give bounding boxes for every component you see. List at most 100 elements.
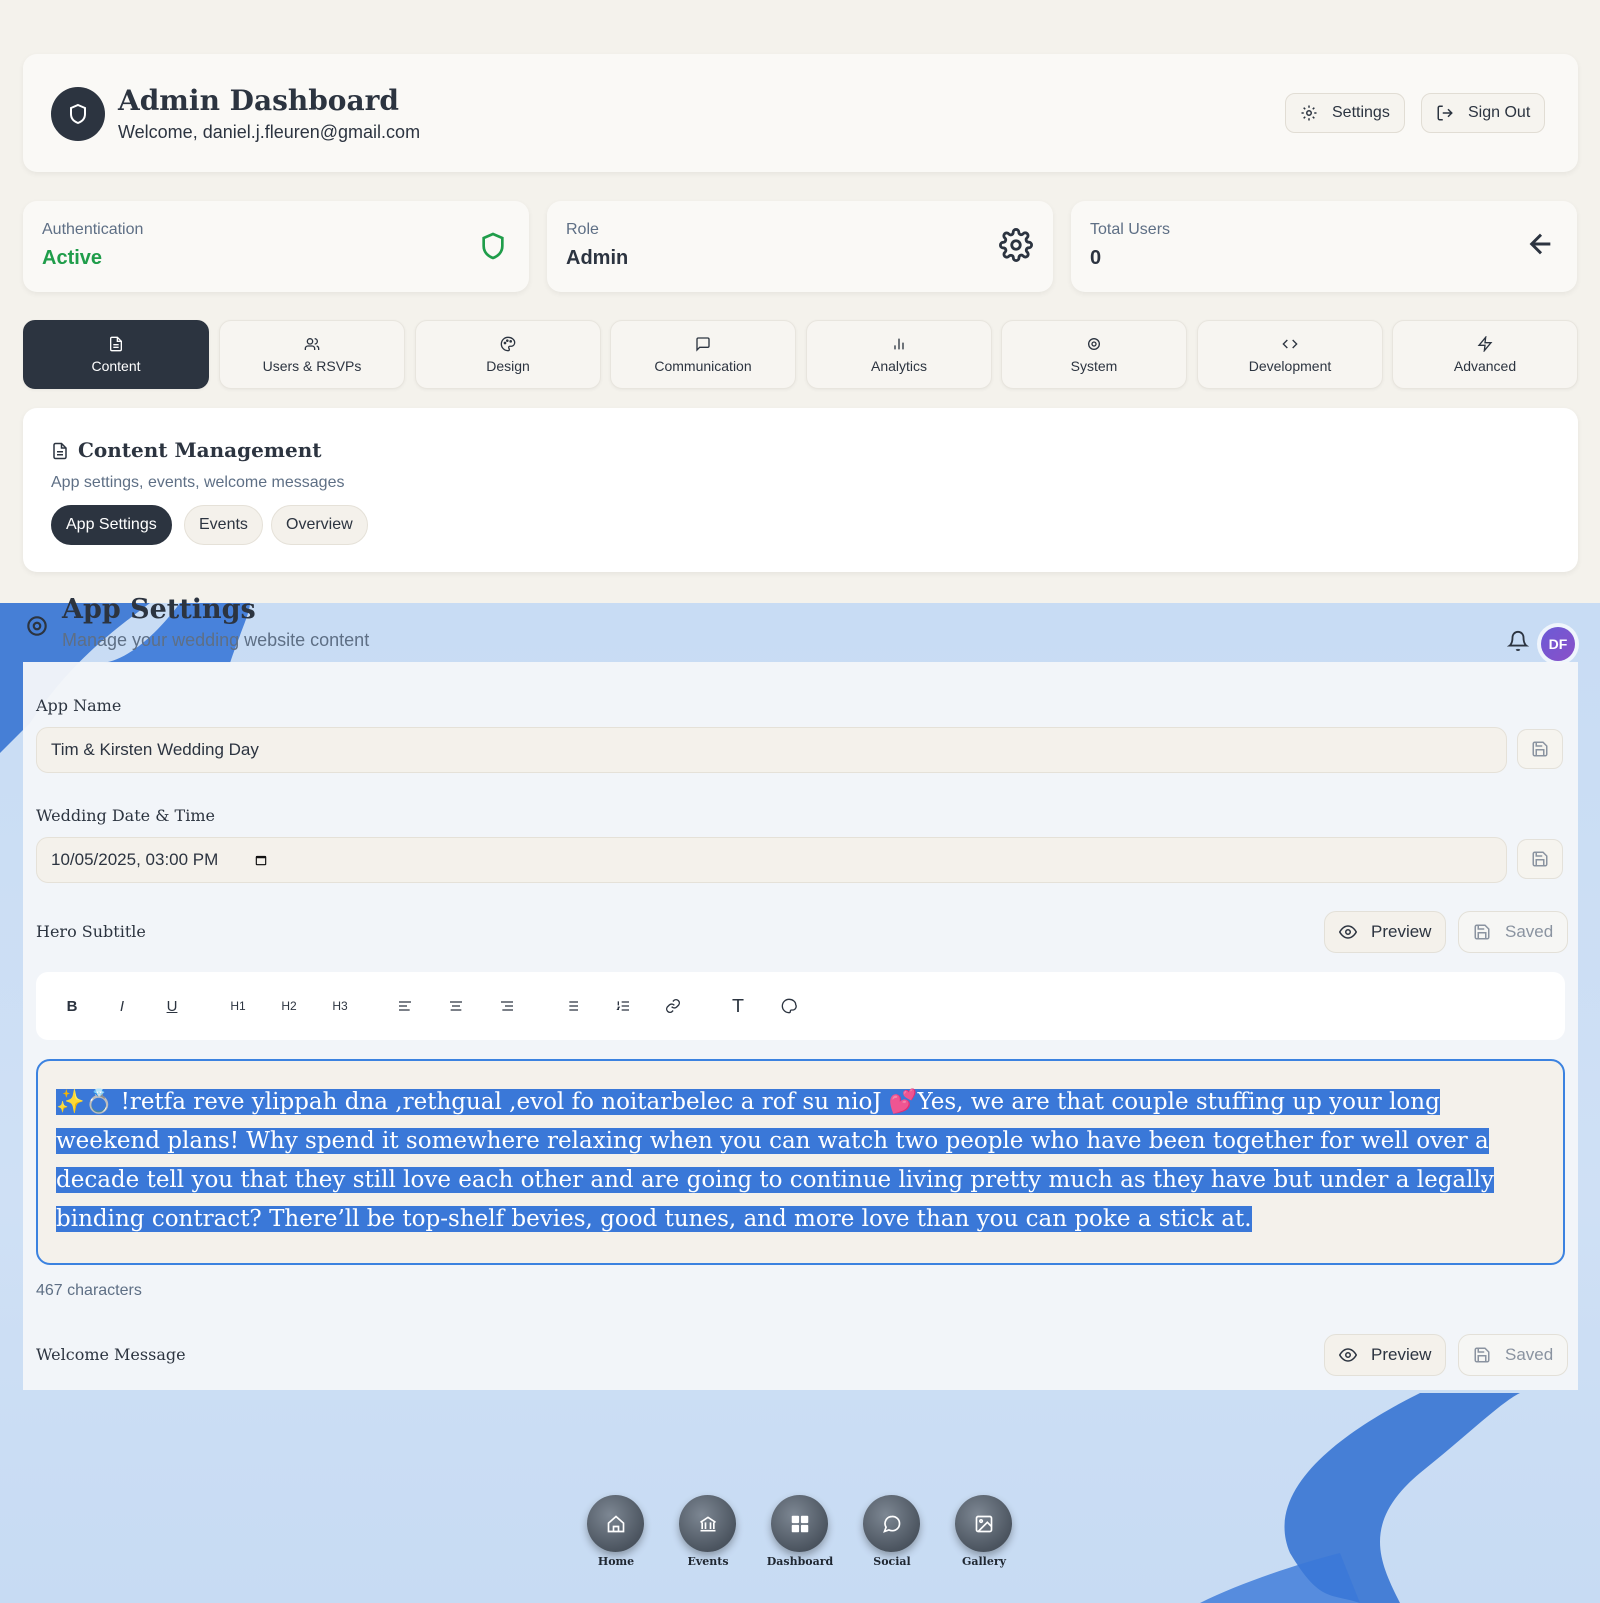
stat-total-users: Total Users 0 — [1071, 201, 1577, 292]
nav-label: Social — [873, 1555, 911, 1568]
tab-label: Development — [1248, 357, 1332, 374]
date-value: 10/05/2025, 03:00 PM — [51, 850, 219, 869]
avatar[interactable]: DF — [1541, 627, 1575, 661]
document-icon — [53, 442, 67, 460]
tab-system[interactable]: System — [1001, 320, 1187, 389]
admin-header: Admin Dashboard Welcome, daniel.j.fleure… — [23, 54, 1578, 172]
stat-label: Total Users — [1090, 221, 1171, 238]
nav-gallery-button[interactable] — [955, 1495, 1012, 1552]
image-icon — [975, 1515, 992, 1532]
shield-logo-icon — [51, 87, 105, 141]
gear-icon — [1301, 105, 1317, 121]
link-icon — [666, 999, 680, 1013]
save-icon — [1474, 924, 1490, 940]
save-icon — [1474, 1347, 1490, 1363]
stat-value: Active — [42, 247, 103, 269]
bullet-list-button[interactable] — [559, 994, 585, 1018]
bold-button[interactable]: B — [59, 994, 85, 1018]
align-center-button[interactable] — [443, 994, 469, 1018]
pill-app-settings[interactable]: App Settings — [51, 505, 172, 545]
shield-icon — [482, 232, 504, 260]
character-count: 467 characters — [36, 1282, 142, 1299]
saved-button[interactable]: Saved — [1458, 1334, 1569, 1376]
wedding-date-input[interactable]: 10/05/2025, 03:00 PM — [36, 837, 1507, 883]
sign-out-button[interactable]: Sign Out — [1421, 93, 1546, 133]
align-left-button[interactable] — [392, 994, 418, 1018]
field-label: Wedding Date & Time — [36, 806, 215, 825]
grid-icon — [791, 1515, 808, 1532]
saved-label: Saved — [1505, 922, 1554, 941]
heading-1-button[interactable]: H1 — [225, 994, 251, 1018]
numbered-list-icon — [616, 1001, 629, 1011]
tab-design[interactable]: Design — [415, 320, 601, 389]
document-icon — [110, 336, 122, 351]
numbered-list-button[interactable] — [610, 994, 636, 1018]
underline-button[interactable]: U — [159, 994, 185, 1018]
link-button[interactable] — [660, 994, 686, 1018]
save-button[interactable] — [1517, 839, 1563, 879]
align-right-button[interactable] — [494, 994, 520, 1018]
preview-label: Preview — [1371, 922, 1432, 941]
heading-2-button[interactable]: H2 — [276, 994, 302, 1018]
calendar-icon[interactable] — [254, 853, 268, 867]
bell-icon[interactable] — [1507, 630, 1529, 652]
app-name-input[interactable]: Tim & Kirsten Wedding Day — [36, 727, 1507, 773]
chat-icon — [882, 1515, 900, 1533]
preview-button[interactable]: Preview — [1324, 911, 1447, 953]
nav-label: Home — [597, 1555, 635, 1568]
tab-content[interactable]: Content — [23, 320, 209, 389]
pill-events[interactable]: Events — [184, 505, 263, 545]
align-right-icon — [501, 1001, 513, 1011]
tab-users-rsvps[interactable]: Users & RSVPs — [219, 320, 405, 389]
bullet-list-icon — [566, 1001, 578, 1011]
stat-role: Role Admin — [547, 201, 1053, 292]
align-left-icon — [399, 1001, 411, 1011]
tab-label: Communication — [654, 357, 752, 374]
text-format-button[interactable]: T — [725, 994, 751, 1018]
save-button[interactable] — [1517, 729, 1563, 769]
stat-value: 0 — [1090, 247, 1102, 269]
nav-home-button[interactable] — [587, 1495, 644, 1552]
heading-3-button[interactable]: H3 — [327, 994, 353, 1018]
saved-label: Saved — [1505, 1345, 1554, 1364]
tab-communication[interactable]: Communication — [610, 320, 796, 389]
nav-events-button[interactable] — [679, 1495, 736, 1552]
gear-icon — [999, 228, 1033, 262]
eye-icon — [1339, 925, 1357, 939]
tab-development[interactable]: Development — [1197, 320, 1383, 389]
tab-analytics[interactable]: Analytics — [806, 320, 992, 389]
app-settings-title: App Settings — [62, 594, 256, 625]
field-label: Hero Subtitle — [36, 922, 146, 941]
code-icon — [1282, 339, 1298, 348]
tab-label: Users & RSVPs — [262, 357, 362, 374]
field-label: Welcome Message — [36, 1345, 186, 1364]
preview-button[interactable]: Preview — [1324, 1334, 1447, 1376]
settings-label: Settings — [1332, 104, 1390, 121]
nav-dashboard-button[interactable] — [771, 1495, 828, 1552]
color-button[interactable] — [776, 994, 802, 1018]
settings-button[interactable]: Settings — [1285, 93, 1405, 133]
tab-advanced[interactable]: Advanced — [1392, 320, 1578, 389]
stat-label: Role — [566, 221, 599, 238]
section-subtitle: App settings, events, welcome messages — [51, 474, 345, 491]
welcome-text: Welcome, daniel.j.fleuren@gmail.com — [118, 122, 421, 142]
bank-icon — [699, 1515, 716, 1531]
italic-button[interactable]: I — [109, 994, 135, 1018]
chat-icon — [696, 336, 710, 352]
stat-value: Admin — [566, 247, 629, 269]
field-label: App Name — [36, 696, 122, 715]
home-icon — [607, 1514, 624, 1532]
lightning-icon — [1477, 335, 1493, 352]
editor-toolbar: B I U H1 H2 H3 T — [36, 972, 1565, 1040]
hero-subtitle-editor[interactable]: ✨💍 !retfa reve ylippah dna ,rethgual ,ev… — [36, 1059, 1565, 1265]
tab-label: System — [1070, 357, 1118, 374]
stat-label: Authentication — [42, 221, 144, 238]
section-title: Content Management — [78, 438, 322, 462]
saved-button[interactable]: Saved — [1458, 911, 1569, 953]
bar-chart-icon — [894, 338, 904, 349]
gear-icon — [1088, 337, 1100, 350]
align-center-icon — [450, 1001, 462, 1011]
nav-social-button[interactable] — [863, 1495, 920, 1552]
preview-label: Preview — [1371, 1345, 1432, 1364]
pill-overview[interactable]: Overview — [271, 505, 368, 545]
